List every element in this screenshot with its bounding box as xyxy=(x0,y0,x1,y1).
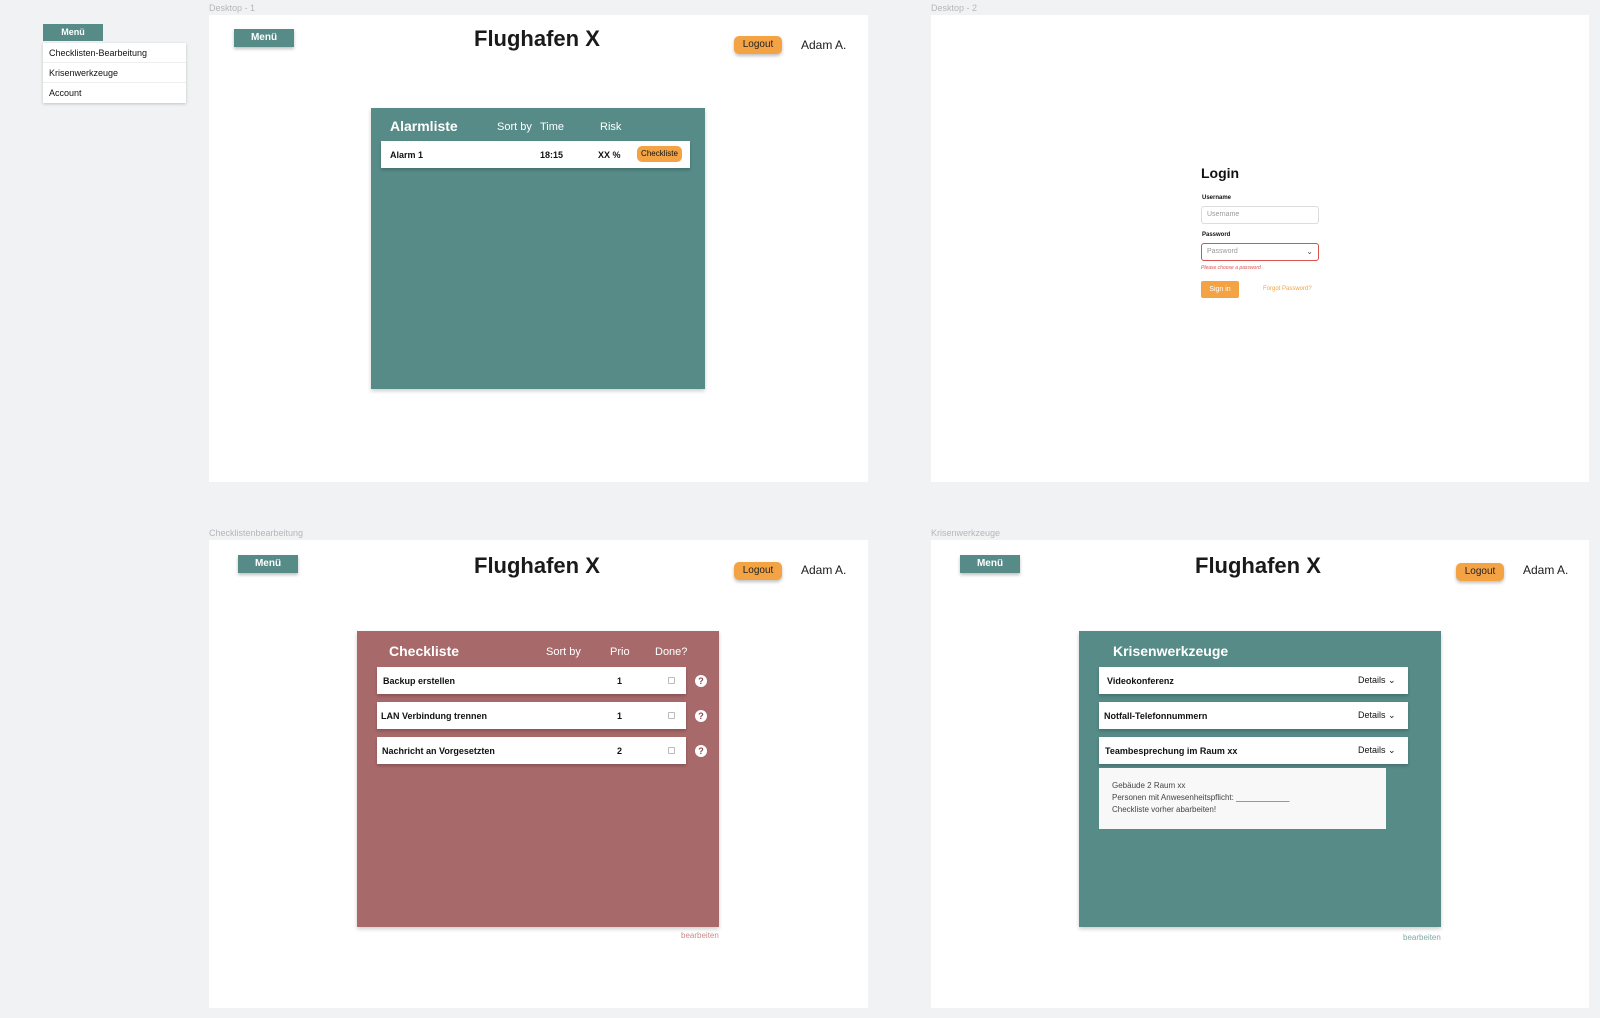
details-toggle[interactable]: Details ⌄ xyxy=(1358,745,1396,756)
checklist-title: Checkliste xyxy=(389,643,460,659)
details-toggle[interactable]: Details ⌄ xyxy=(1358,710,1396,721)
krisen-tool-name: Notfall-Telefonnummern xyxy=(1104,711,1208,721)
details-line: Personen mit Anwesenheitspflicht: ______… xyxy=(1112,793,1290,802)
username-input[interactable]: Username xyxy=(1201,206,1319,224)
checklist-col-prio[interactable]: Prio xyxy=(610,646,630,658)
checklist-prio: 1 xyxy=(617,676,623,686)
sign-in-button[interactable]: Sign in xyxy=(1201,281,1239,298)
chevron-down-icon: ⌄ xyxy=(1388,710,1396,720)
done-checkbox[interactable] xyxy=(668,712,675,719)
help-icon[interactable]: ? xyxy=(695,745,707,757)
password-label: Password xyxy=(1202,232,1231,238)
details-label: Details xyxy=(1358,675,1386,685)
logout-button[interactable]: Logout xyxy=(734,36,782,54)
checklist-task: LAN Verbindung trennen xyxy=(381,711,488,721)
menu-button[interactable]: Menü xyxy=(238,555,298,573)
krisen-row[interactable]: Teambesprechung im Raum xx Details ⌄ xyxy=(1099,737,1408,764)
edit-link[interactable]: bearbeiten xyxy=(1403,933,1441,942)
frame-label-checklist: Checklistenbearbeitung xyxy=(209,528,304,538)
user-name: Adam A. xyxy=(1523,563,1569,577)
password-input[interactable]: Password ⌄ xyxy=(1201,243,1319,261)
user-name: Adam A. xyxy=(801,38,847,52)
checklist-task: Backup erstellen xyxy=(383,676,456,686)
alarm-row[interactable]: Alarm 1 18:15 XX % Checkliste xyxy=(381,141,690,168)
chevron-down-icon: ⌄ xyxy=(1388,745,1396,755)
frame-desktop2: Login Username Username Password Passwor… xyxy=(931,15,1589,482)
checklist-sort-by[interactable]: Sort by xyxy=(546,646,581,658)
checklist-prio: 2 xyxy=(617,746,623,756)
password-error: Please choose a password xyxy=(1201,265,1261,271)
frame-label-desktop2: Desktop - 2 xyxy=(931,3,978,13)
checklist-row[interactable]: Backup erstellen 1 xyxy=(377,667,686,694)
checklist-row[interactable]: Nachricht an Vorgesetzten 2 xyxy=(377,737,686,764)
alarm-col-time[interactable]: Time xyxy=(540,121,564,133)
checklist-task: Nachricht an Vorgesetzten xyxy=(382,746,495,756)
side-menu-item-account[interactable]: Account xyxy=(43,83,186,103)
done-checkbox[interactable] xyxy=(668,677,675,684)
help-icon[interactable]: ? xyxy=(695,675,707,687)
krisen-title: Krisenwerkzeuge xyxy=(1113,643,1229,659)
chevron-down-icon: ⌄ xyxy=(1306,247,1313,256)
forgot-password-link[interactable]: Forgot Password? xyxy=(1263,286,1312,292)
alarm-col-risk[interactable]: Risk xyxy=(600,121,621,133)
checklist-panel: Checkliste Sort by Prio Done? Backup ers… xyxy=(357,631,719,927)
username-label: Username xyxy=(1202,195,1232,201)
krisen-panel: Krisenwerkzeuge Videokonferenz Details ⌄… xyxy=(1079,631,1441,927)
logout-button[interactable]: Logout xyxy=(1456,563,1504,581)
alarm-title: Alarmliste xyxy=(390,118,458,134)
alarm-risk: XX % xyxy=(598,150,621,160)
chevron-down-icon: ⌄ xyxy=(1388,675,1396,685)
frame-label-krisen: Krisenwerkzeuge xyxy=(931,528,1001,538)
side-menu-dropdown: Checklisten-Bearbeitung Krisenwerkzeuge … xyxy=(43,43,186,103)
edit-link[interactable]: bearbeiten xyxy=(681,931,719,940)
alarm-sort-by[interactable]: Sort by xyxy=(497,121,532,133)
krisen-row[interactable]: Videokonferenz Details ⌄ xyxy=(1099,667,1408,694)
krisen-tool-name: Teambesprechung im Raum xx xyxy=(1105,746,1238,756)
checklist-row[interactable]: LAN Verbindung trennen 1 xyxy=(377,702,686,729)
krisen-row[interactable]: Notfall-Telefonnummern Details ⌄ xyxy=(1099,702,1408,729)
app-title: Flughafen X xyxy=(474,26,600,51)
help-icon[interactable]: ? xyxy=(695,710,707,722)
side-menu-item-checklisten[interactable]: Checklisten-Bearbeitung xyxy=(43,43,186,63)
side-menu-item-krisenwerkzeuge[interactable]: Krisenwerkzeuge xyxy=(43,63,186,83)
frame-checklist: Menü Flughafen X Logout Adam A. Checklis… xyxy=(209,540,868,1008)
details-line: Checkliste vorher abarbeiten! xyxy=(1112,805,1217,814)
frame-desktop1: Menü Flughafen X Logout Adam A. Alarmlis… xyxy=(209,15,868,482)
checkliste-button[interactable]: Checkliste xyxy=(637,146,682,162)
done-checkbox[interactable] xyxy=(668,747,675,754)
frame-krisen: Menü Flughafen X Logout Adam A. Krisenwe… xyxy=(931,540,1589,1008)
password-placeholder: Password xyxy=(1207,248,1238,255)
menu-button[interactable]: Menü xyxy=(960,555,1020,573)
side-menu-button[interactable]: Menü xyxy=(43,24,103,41)
details-toggle[interactable]: Details ⌄ xyxy=(1358,675,1396,686)
user-name: Adam A. xyxy=(801,563,847,577)
details-line: Gebäude 2 Raum xx xyxy=(1112,781,1186,790)
alarm-panel: Alarmliste Sort by Time Risk Alarm 1 18:… xyxy=(371,108,705,389)
app-title: Flughafen X xyxy=(474,553,600,578)
login-title: Login xyxy=(1201,165,1240,181)
frame-label-desktop1: Desktop - 1 xyxy=(209,3,256,13)
details-expanded-box: Gebäude 2 Raum xx Personen mit Anwesenhe… xyxy=(1099,768,1386,829)
checklist-prio: 1 xyxy=(617,711,623,721)
alarm-name: Alarm 1 xyxy=(390,150,424,160)
krisen-tool-name: Videokonferenz xyxy=(1107,676,1174,686)
logout-button[interactable]: Logout xyxy=(734,562,782,580)
details-label: Details xyxy=(1358,710,1386,720)
checklist-col-done[interactable]: Done? xyxy=(655,646,687,658)
app-title: Flughafen X xyxy=(1195,553,1321,578)
details-label: Details xyxy=(1358,745,1386,755)
alarm-time: 18:15 xyxy=(540,150,564,160)
menu-button[interactable]: Menü xyxy=(234,29,294,47)
